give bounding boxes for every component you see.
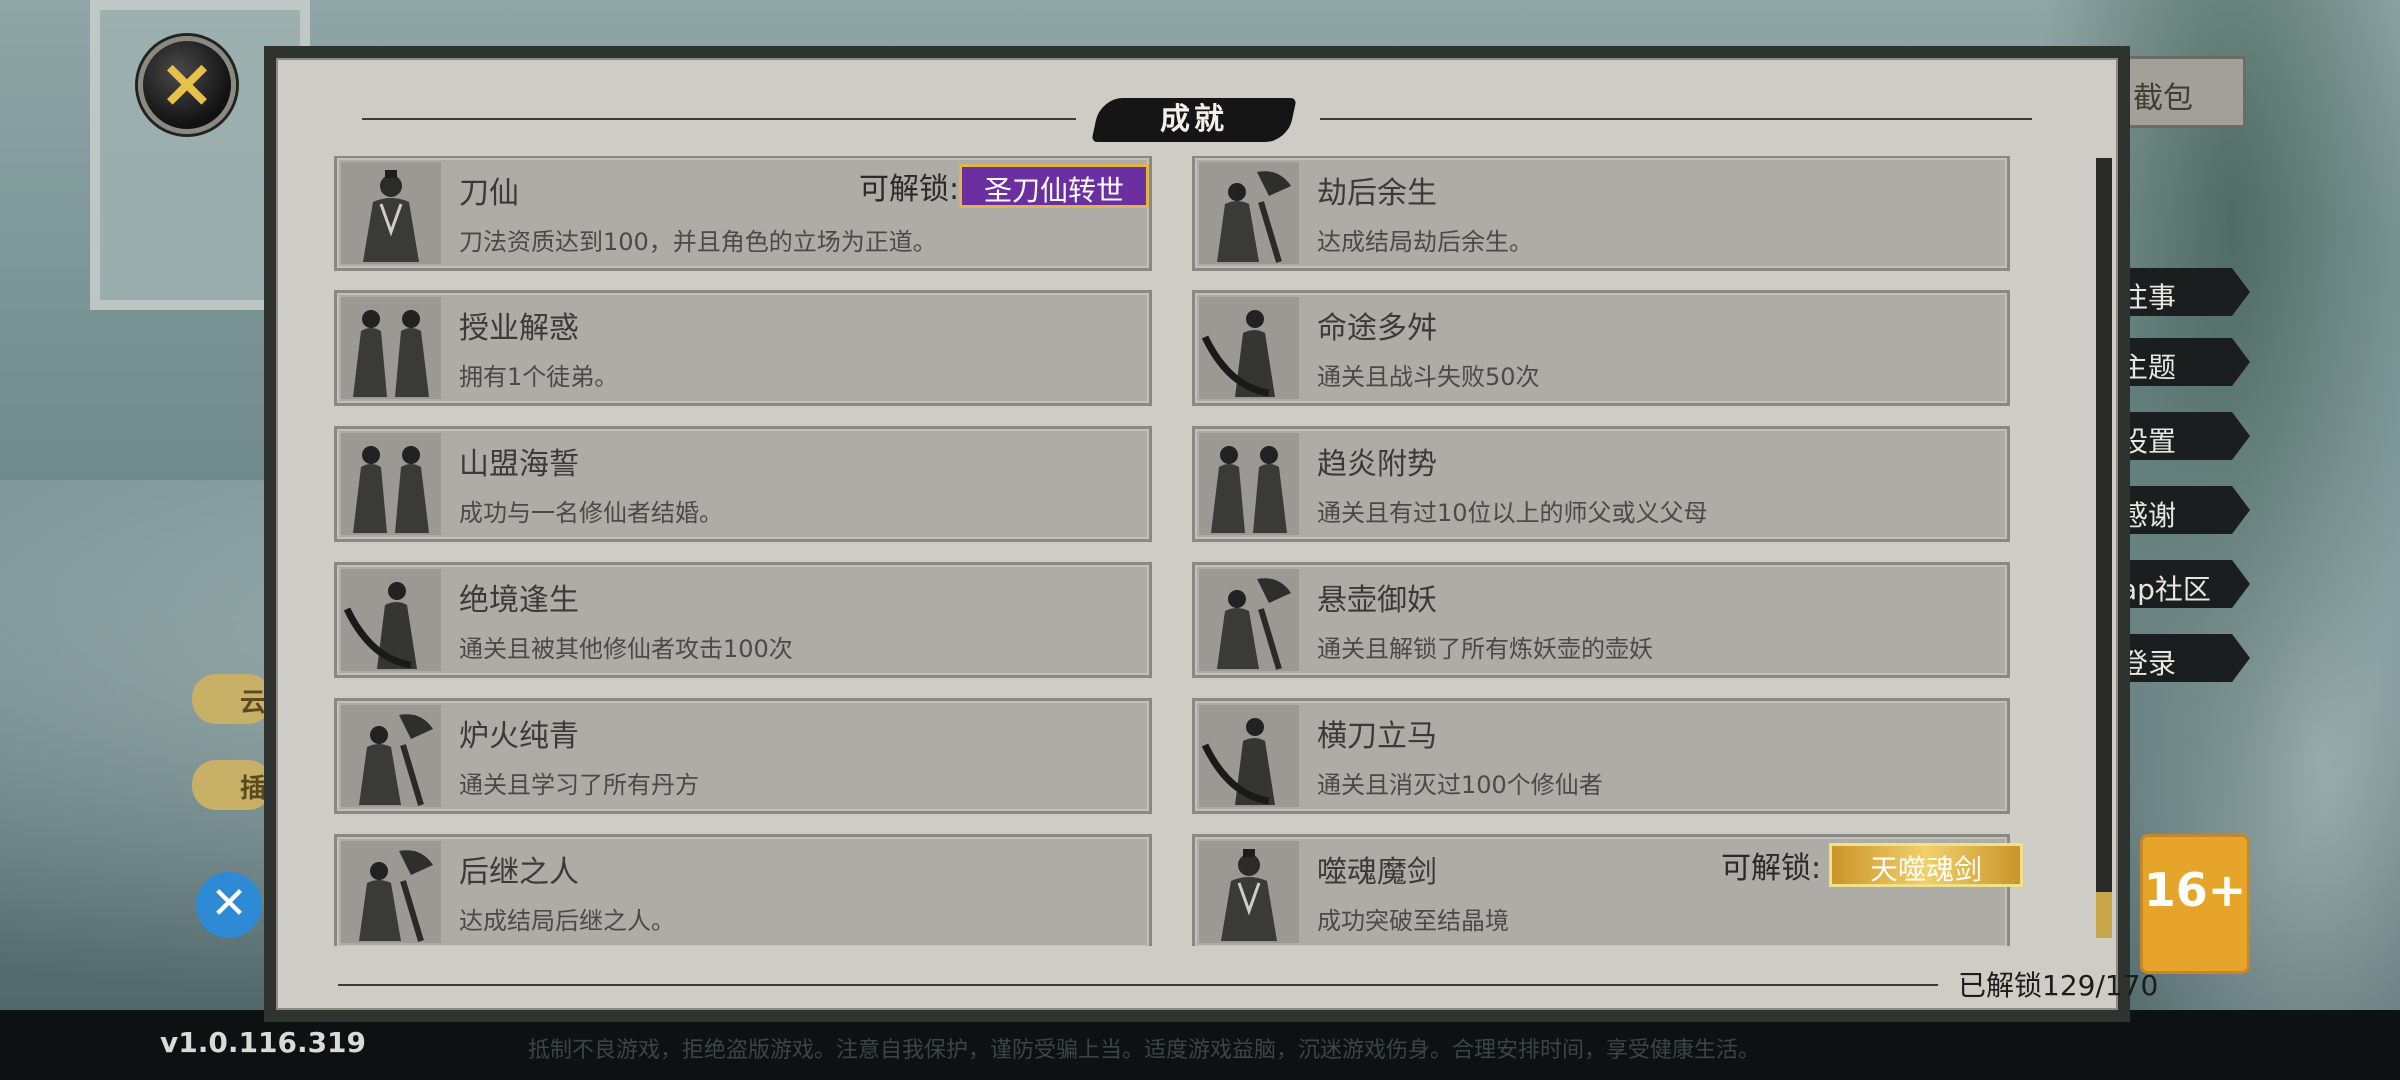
achievement-portrait-icon [1199,433,1299,536]
unlock-reward-name: 天噬魂剑 [1869,852,1982,886]
achievements-panel: 成就 刀仙 刀法资质达到100，并且角色的立场为正道。 可解锁: 圣刀仙转世 劫后余生达… [264,46,2158,1022]
achievement-portrait-icon [341,297,441,400]
achievement-portrait-icon [341,705,441,808]
left-pill-cloud[interactable]: 云 [192,674,272,724]
unlock-reward-name: 圣刀仙转世 [983,173,1124,207]
health-notice: 抵制不良游戏，拒绝盗版游戏。注意自我保护，谨防受骗上当。适度游戏益脑，沉迷游戏伤… [528,1038,1761,1063]
achievement-description: 刀法资质达到100，并且角色的立场为正道。 [459,227,937,256]
top-right-tab-label: 截包 [2133,81,2193,116]
achievement-title: 刀仙 [459,175,519,211]
achievement-title: 后继之人 [459,854,579,890]
unlock-reward-badge[interactable]: 天噬魂剑 [1829,842,2023,887]
achievement-title: 炉火纯青 [459,719,579,755]
age-rating-badge: 16+ [2140,834,2250,974]
unlock-count: 已解锁129/170 [1958,969,2159,1002]
achievement-title: 山盟海誓 [459,447,579,483]
achievement-card[interactable]: 横刀立马通关且消灭过100个修仙者 [1192,698,2010,815]
achievement-portrait-icon [1199,569,1299,672]
panel-title: 成就 [1160,102,1228,137]
achievement-card[interactable]: 山盟海誓成功与一名修仙者结婚。 [334,426,1152,543]
achievement-card[interactable]: 刀仙刀法资质达到100，并且角色的立场为正道。 可解锁: 圣刀仙转世 [334,156,1152,271]
scrollbar-thumb[interactable] [2096,892,2112,938]
achievement-description: 通关且解锁了所有炼妖壶的壶妖 [1317,635,1653,664]
achievement-description: 成功突破至结晶境 [1317,906,1509,935]
achievements-panel-inner: 成就 刀仙 刀法资质达到100，并且角色的立场为正道。 可解锁: 圣刀仙转世 劫后余生达… [276,58,2158,1010]
achievement-portrait-icon [341,569,441,672]
achievement-card[interactable]: 悬壶御妖通关且解锁了所有炼妖壶的壶妖 [1192,562,2010,679]
achievement-card[interactable]: 授业解惑拥有1个徒弟。 [334,290,1152,407]
achievement-title: 授业解惑 [459,311,579,347]
side-menu-label: ap社区 [2120,573,2211,606]
close-button[interactable]: × [138,36,236,134]
close-icon: × [158,44,216,123]
tools-icon[interactable]: ✕ [196,872,262,938]
achievement-title: 噬魂魔剑 [1317,854,1437,890]
left-pill-label: 插 [240,774,267,804]
achievement-description: 成功与一名修仙者结婚。 [459,499,723,528]
left-pill-label: 云 [240,688,267,718]
title-divider-right [1320,118,2032,120]
achievement-portrait-icon [1199,840,1299,943]
unlock-label: 可解锁: [859,171,960,207]
achievement-card[interactable]: 命途多舛通关且战斗失败50次 [1192,290,2010,407]
title-divider-left [362,118,1076,120]
achievement-description: 通关且消灭过100个修仙者 [1317,771,1603,800]
achievement-title: 趋炎附势 [1317,447,1437,483]
scrollbar[interactable] [2096,158,2112,938]
version-text: v1.0.116.319 [160,1026,367,1059]
unlock-label: 可解锁: [1721,850,1822,886]
achievement-card[interactable]: 趋炎附势通关且有过10位以上的师父或义父母 [1192,426,2010,543]
achievement-card[interactable]: 后继之人达成结局后继之人。 [334,833,1152,946]
achievement-title: 命途多舛 [1317,311,1437,347]
achievement-card[interactable]: 噬魂魔剑成功突破至结晶境 可解锁: 天噬魂剑 [1192,833,2023,946]
top-right-tab[interactable]: 截包 [2110,56,2246,128]
age-rating-text: 16+ [2143,863,2247,917]
achievement-title: 劫后余生 [1317,175,1437,211]
achievement-description: 通关且学习了所有丹方 [459,771,699,800]
achievement-description: 通关且战斗失败50次 [1317,363,1540,392]
left-pill-plugin[interactable]: 插 [192,760,272,810]
achievement-portrait-icon [1199,297,1299,400]
footer-divider [338,984,1938,986]
achievement-description: 通关且被其他修仙者攻击100次 [459,635,793,664]
achievement-description: 拥有1个徒弟。 [459,363,619,392]
achievement-portrait-icon [341,433,441,536]
achievement-title: 悬壶御妖 [1317,583,1437,619]
achievement-portrait-icon [341,840,441,943]
achievement-description: 达成结局后继之人。 [459,906,675,935]
unlock-reward-badge[interactable]: 圣刀仙转世 [959,163,1149,208]
achievement-list[interactable]: 刀仙 刀法资质达到100，并且角色的立场为正道。 可解锁: 圣刀仙转世 劫后余生 达成结局… [334,156,2074,946]
achievement-portrait-icon [1199,705,1299,808]
achievement-card[interactable]: 炉火纯青通关且学习了所有丹方 [334,698,1152,815]
achievement-portrait-icon [1199,161,1299,264]
achievement-title: 横刀立马 [1317,719,1437,755]
achievement-description: 达成结局劫后余生。 [1317,227,1533,256]
achievement-card[interactable]: 劫后余生达成结局劫后余生。 [1192,156,2010,271]
achievement-title: 绝境逢生 [459,583,579,619]
achievement-card[interactable]: 绝境逢生通关且被其他修仙者攻击100次 [334,562,1152,679]
achievement-portrait-icon [341,161,441,264]
achievement-description: 通关且有过10位以上的师父或义父母 [1317,499,1708,528]
